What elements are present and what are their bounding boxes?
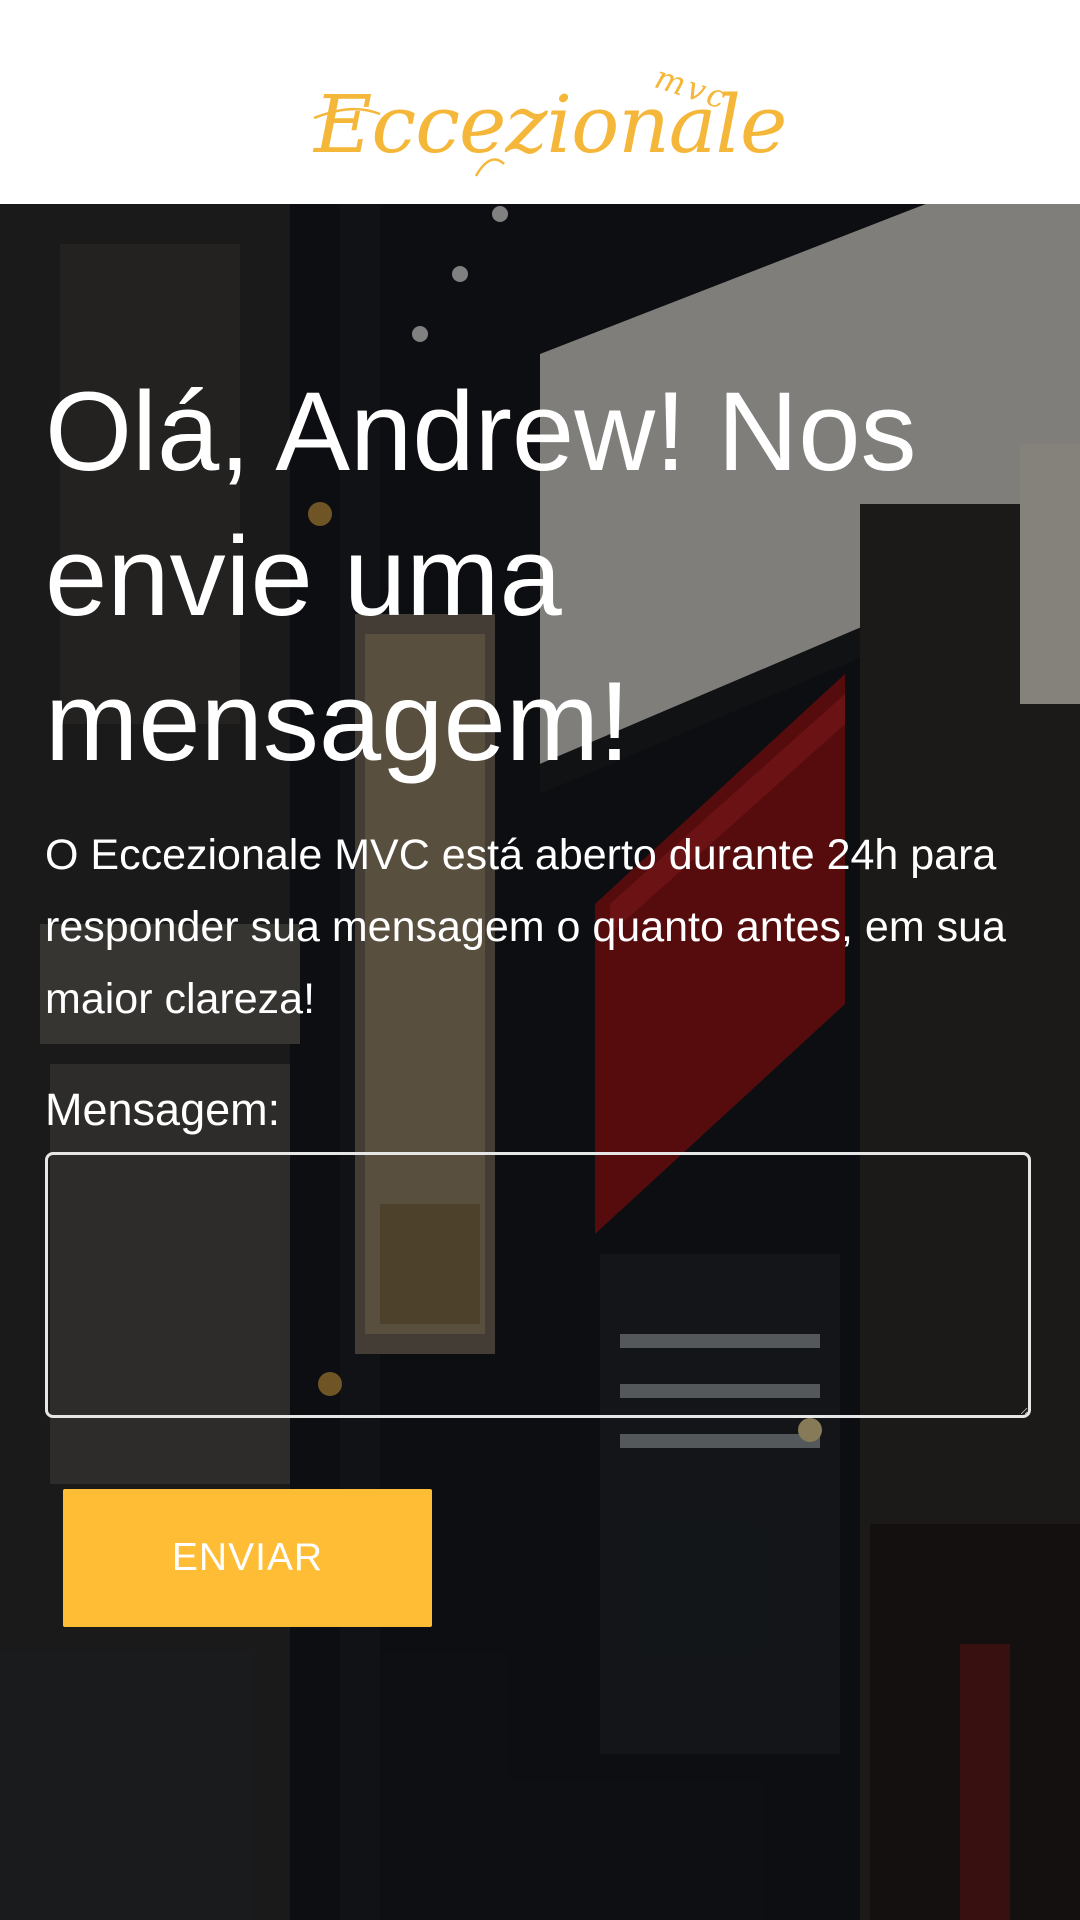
site-header: Eccezionale mvc xyxy=(0,0,1080,204)
send-button[interactable]: ENVIAR xyxy=(63,1489,432,1627)
brand-logo[interactable]: Eccezionale mvc xyxy=(300,48,787,178)
message-label: Mensagem: xyxy=(45,1084,281,1135)
message-textarea[interactable] xyxy=(45,1152,1031,1418)
intro-paragraph: O Eccezionale MVC está aberto durante 24… xyxy=(45,831,1006,1023)
contact-hero: Olá, Andrew! Nos envie uma mensagem! O E… xyxy=(0,204,1080,1920)
page-headline: Olá, Andrew! Nos envie uma mensagem! xyxy=(45,369,917,784)
